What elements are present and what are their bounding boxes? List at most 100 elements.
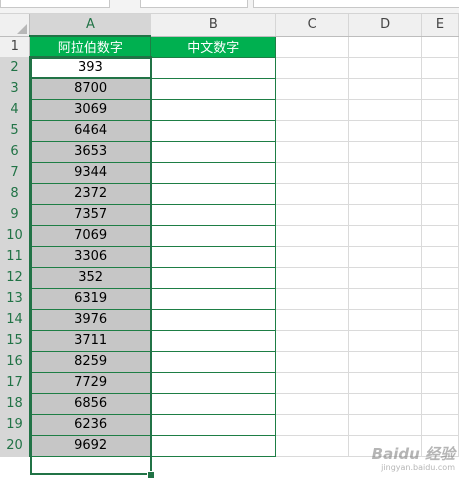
formula-input[interactable]	[253, 0, 459, 8]
cell-c[interactable]	[275, 393, 350, 415]
cell-a[interactable]: 9344	[29, 162, 152, 184]
cell-b[interactable]	[150, 288, 277, 310]
column-header-d[interactable]: D	[348, 14, 423, 37]
cell-a[interactable]: 6319	[29, 288, 152, 310]
cell-a[interactable]: 2372	[29, 183, 152, 205]
cell-e[interactable]	[421, 267, 459, 289]
cell-b[interactable]	[150, 414, 277, 436]
cell-a[interactable]: 3653	[29, 141, 152, 163]
cell-e[interactable]	[421, 99, 459, 121]
cell-b[interactable]	[150, 99, 277, 121]
cell-d[interactable]	[348, 267, 423, 289]
row-header[interactable]: 9	[0, 204, 31, 226]
cell-d[interactable]	[348, 330, 423, 352]
row-header[interactable]: 11	[0, 246, 31, 268]
cell-b[interactable]	[150, 309, 277, 331]
column-header-b[interactable]: B	[150, 14, 277, 37]
cell-d[interactable]	[348, 204, 423, 226]
row-header[interactable]: 5	[0, 120, 31, 142]
row-header[interactable]: 20	[0, 435, 31, 457]
row-header[interactable]: 10	[0, 225, 31, 247]
cell-e[interactable]	[421, 78, 459, 100]
cell-a[interactable]: 7729	[29, 372, 152, 394]
cell-e[interactable]	[421, 225, 459, 247]
row-header[interactable]: 6	[0, 141, 31, 163]
cell-e[interactable]	[421, 414, 459, 436]
function-box[interactable]	[140, 0, 248, 8]
cell-a[interactable]: 3711	[29, 330, 152, 352]
cell-c[interactable]	[275, 435, 350, 457]
cell-e[interactable]	[421, 393, 459, 415]
row-header[interactable]: 8	[0, 183, 31, 205]
row-header[interactable]: 1	[0, 36, 31, 58]
cell-d[interactable]	[348, 57, 423, 79]
cell-c[interactable]	[275, 36, 350, 58]
cell-a[interactable]: 6856	[29, 393, 152, 415]
cell-d[interactable]	[348, 225, 423, 247]
cell-b[interactable]	[150, 162, 277, 184]
cell-c[interactable]	[275, 351, 350, 373]
cell-c[interactable]	[275, 120, 350, 142]
row-header[interactable]: 14	[0, 309, 31, 331]
cell-c[interactable]	[275, 225, 350, 247]
cell-e[interactable]	[421, 204, 459, 226]
row-header[interactable]: 3	[0, 78, 31, 100]
cell-a[interactable]: 7069	[29, 225, 152, 247]
column-header-a[interactable]: A	[29, 14, 152, 37]
cell-e[interactable]	[421, 57, 459, 79]
cell-b[interactable]	[150, 372, 277, 394]
cell-d[interactable]	[348, 351, 423, 373]
cell-d[interactable]	[348, 141, 423, 163]
row-header[interactable]: 7	[0, 162, 31, 184]
row-header[interactable]: 18	[0, 393, 31, 415]
cell-a[interactable]: 6236	[29, 414, 152, 436]
cell-a1-header[interactable]: 阿拉伯数字	[29, 35, 152, 58]
cell-b[interactable]	[150, 225, 277, 247]
cell-a[interactable]: 8700	[29, 78, 152, 100]
cell-d[interactable]	[348, 372, 423, 394]
cell-e[interactable]	[421, 372, 459, 394]
cell-b[interactable]	[150, 351, 277, 373]
cell-a[interactable]: 8259	[29, 351, 152, 373]
cell-c[interactable]	[275, 267, 350, 289]
cell-c[interactable]	[275, 414, 350, 436]
cell-c[interactable]	[275, 99, 350, 121]
row-header[interactable]: 2	[0, 57, 31, 79]
cell-e[interactable]	[421, 183, 459, 205]
cell-e[interactable]	[421, 309, 459, 331]
fill-handle[interactable]	[147, 471, 155, 479]
cell-e[interactable]	[421, 246, 459, 268]
cell-a[interactable]: 3069	[29, 99, 152, 121]
cell-b[interactable]	[150, 330, 277, 352]
cell-c[interactable]	[275, 372, 350, 394]
cell-c[interactable]	[275, 162, 350, 184]
cell-b[interactable]	[150, 120, 277, 142]
cell-d[interactable]	[348, 393, 423, 415]
cell-b[interactable]	[150, 393, 277, 415]
cell-a[interactable]: 3976	[29, 309, 152, 331]
cell-e[interactable]	[421, 36, 459, 58]
cell-d[interactable]	[348, 162, 423, 184]
cell-d[interactable]	[348, 120, 423, 142]
cell-d[interactable]	[348, 36, 423, 58]
cell-c[interactable]	[275, 183, 350, 205]
cell-d[interactable]	[348, 78, 423, 100]
cell-b[interactable]	[150, 78, 277, 100]
cell-c[interactable]	[275, 309, 350, 331]
row-header[interactable]: 16	[0, 351, 31, 373]
cell-e[interactable]	[421, 120, 459, 142]
cell-a[interactable]: 9692	[29, 435, 152, 457]
cell-d[interactable]	[348, 288, 423, 310]
cell-c[interactable]	[275, 330, 350, 352]
cell-b1-header[interactable]: 中文数字	[150, 35, 277, 58]
cell-d[interactable]	[348, 183, 423, 205]
cell-a[interactable]: 7357	[29, 204, 152, 226]
cell-d[interactable]	[348, 99, 423, 121]
cell-b[interactable]	[150, 204, 277, 226]
cell-a[interactable]: 6464	[29, 120, 152, 142]
cell-c[interactable]	[275, 57, 350, 79]
row-header[interactable]: 4	[0, 99, 31, 121]
cell-e[interactable]	[421, 162, 459, 184]
cell-a[interactable]: 352	[29, 267, 152, 289]
cell-b[interactable]	[150, 246, 277, 268]
